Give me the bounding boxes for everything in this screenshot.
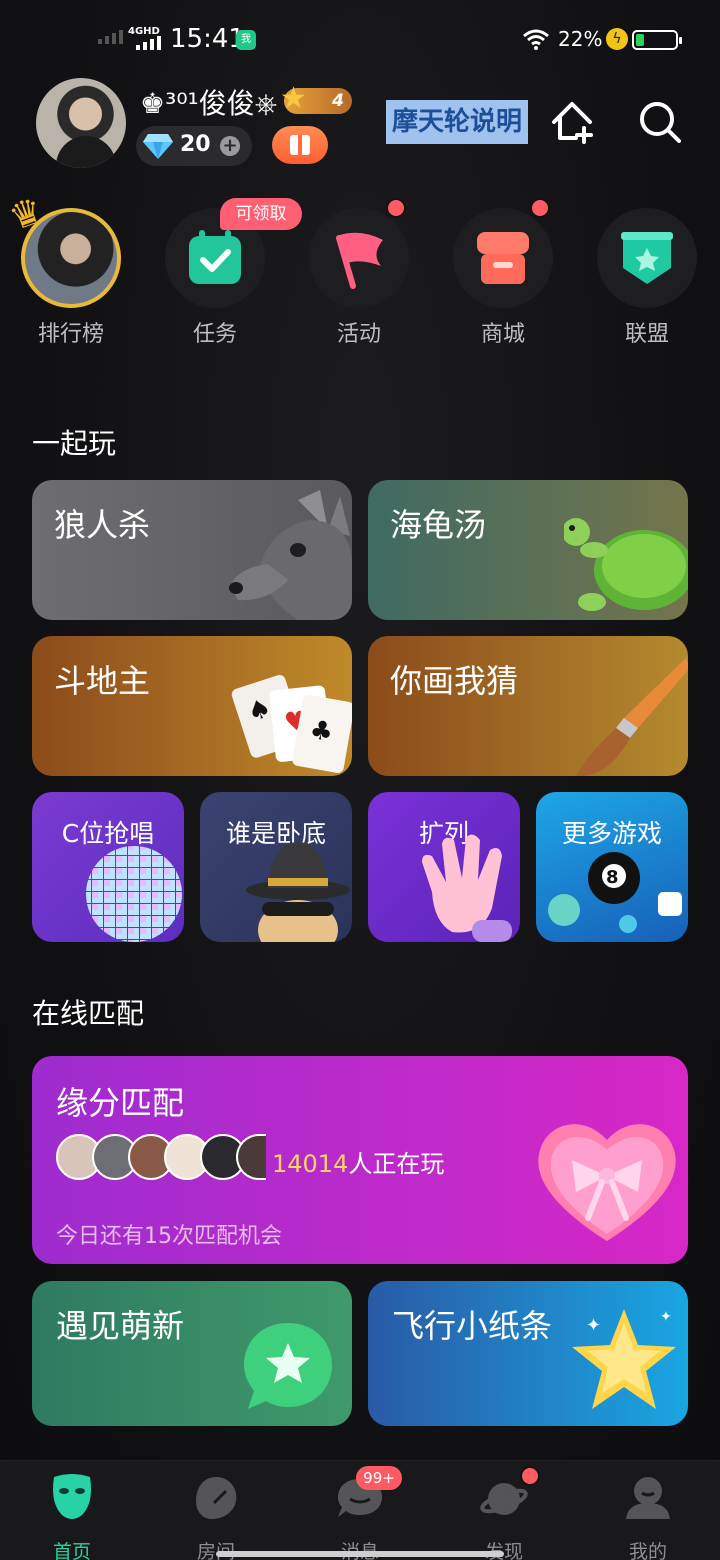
tab-label: 首页 [52,1541,91,1560]
paper-note-title: 飞行小纸条 [392,1307,553,1345]
level-badge: ★ 4 [280,82,352,116]
disco-ball-icon [86,846,182,942]
flag-icon [336,232,383,289]
add-diamond-icon[interactable]: + [220,136,240,156]
ferris-wheel-info-link[interactable]: 摩天轮说明 [386,100,528,144]
game-card-draw-guess[interactable]: 你画我猜 [368,636,688,776]
charging-bolt-icon: ϟ [606,28,628,50]
battery-percent: 22% [558,27,603,51]
quick-nav-circle [453,208,553,308]
paintbrush-icon [576,658,688,776]
meet-newbie-title: 遇见萌新 [56,1307,185,1345]
tab-profile[interactable]: 我的 [598,1469,698,1560]
star-icon: ✦ ✦ [572,1309,676,1409]
playing-label: 人正在玩 [348,1150,445,1178]
tab-label: 我的 [628,1541,667,1560]
game-card-make-friends[interactable]: 扩列 [368,792,520,942]
rank-prefix: ♚³⁰¹ [140,87,199,120]
home-indicator[interactable] [216,1551,504,1557]
username-suffix: ⎈ [254,87,278,120]
app-notification-icon: 我 [236,30,256,50]
discover-dot [520,1466,540,1486]
task-calendar-check-icon [189,230,241,284]
quick-nav-circle [309,208,409,308]
search-icon[interactable] [636,98,684,146]
game-card-title: 斗地主 [54,662,151,700]
tab-room[interactable]: 房间 [166,1469,266,1560]
fate-match-title: 缘分匹配 [56,1084,185,1122]
game-card-title: 狼人杀 [54,506,151,544]
quick-nav-label: 排行榜 [37,322,104,347]
claimable-badge: 可领取 [220,198,302,230]
quick-nav-label: 活动 [336,322,381,347]
shield-star-icon [621,232,673,284]
quick-nav-label: 商城 [480,322,525,347]
heart-bow-icon [538,1124,676,1241]
gift-button[interactable] [272,126,328,164]
shop-icon [477,232,529,284]
svg-text:✦: ✦ [660,1309,672,1325]
level-number: 4 [332,91,344,111]
shop-dot [530,198,550,218]
svg-text:8: 8 [606,867,619,888]
playing-count-text: 14014人正在玩 [272,1144,444,1179]
game-card-title: 海龟汤 [390,506,487,544]
quick-nav-alliance[interactable]: 联盟 [592,208,702,348]
game-card-title: 更多游戏 [561,819,662,848]
quick-nav-label: 任务 [192,322,237,347]
spy-hat-icon [246,842,350,942]
room-icon [196,1477,237,1519]
game-card-turtle-soup[interactable]: 海龟汤 [368,480,688,620]
wifi-icon [523,29,549,50]
section-title-play-together: 一起玩 [32,427,117,460]
game-card-more-games[interactable]: 更多游戏 8 [536,792,688,942]
username-text: 俊俊 [198,87,255,120]
game-card-c-sing[interactable]: C位抢唱 [32,792,184,942]
fate-match-card[interactable]: 缘分匹配 14014人正在玩 今日还有15次匹配机会 [32,1056,688,1264]
activity-dot [386,198,406,218]
game-card-landlord[interactable]: 斗地主 ♠ ♥ ♣ [32,636,352,776]
turtle-icon [564,518,688,611]
level-star-icon: ★ [280,81,307,116]
signal-bars-icon [98,30,123,44]
mask-icon [53,1474,91,1519]
meet-newbie-card[interactable]: 遇见萌新 [32,1281,352,1426]
quick-nav-circle [597,208,697,308]
create-room-button[interactable] [548,98,596,146]
waving-hand-icon [422,834,512,942]
remaining-chances: 今日还有15次匹配机会 [56,1224,282,1249]
battery-icon [632,30,682,50]
paper-note-card[interactable]: 飞行小纸条 ✦ ✦ [368,1281,688,1426]
status-bar: 4GHD 15:41 我 22% ϟ [0,0,720,80]
quick-nav-ranking[interactable]: ♛ 排行榜 [4,190,126,348]
game-card-undercover[interactable]: 谁是卧底 [200,792,352,942]
gift-icon [290,135,310,155]
section-title-online-match: 在线匹配 [32,997,145,1030]
svg-text:✦: ✦ [586,1315,601,1336]
unread-badge: 99+ [356,1466,402,1490]
clock: 15:41 [170,24,245,54]
player-count: 14014 [272,1150,349,1178]
diamond-icon [143,134,173,159]
game-card-title: 你画我猜 [390,662,519,700]
quick-nav-activity[interactable]: 活动 [304,208,414,348]
tab-home[interactable]: 首页 [22,1469,122,1560]
profile-icon [626,1477,670,1519]
billiard-8-ball-icon: 8 [548,852,682,933]
game-card-werewolf[interactable]: 狼人杀 [32,480,352,620]
player-avatars [56,1134,266,1182]
quick-nav-shop[interactable]: 商城 [448,208,558,348]
diamond-count: 20 [180,132,211,157]
wolf-icon [229,490,352,620]
chat-bubble-star-icon [244,1323,332,1409]
tab-discover[interactable]: 发现 [454,1469,554,1560]
username[interactable]: ♚³⁰¹俊俊⎈ [140,82,277,122]
network-signal-icon [136,36,161,50]
user-avatar[interactable] [36,78,126,168]
quick-nav-label: 联盟 [624,322,669,347]
playing-cards-icon: ♠ ♥ ♣ [231,674,352,773]
diamond-balance[interactable]: 20 + [136,126,252,166]
player-avatar [236,1134,266,1180]
